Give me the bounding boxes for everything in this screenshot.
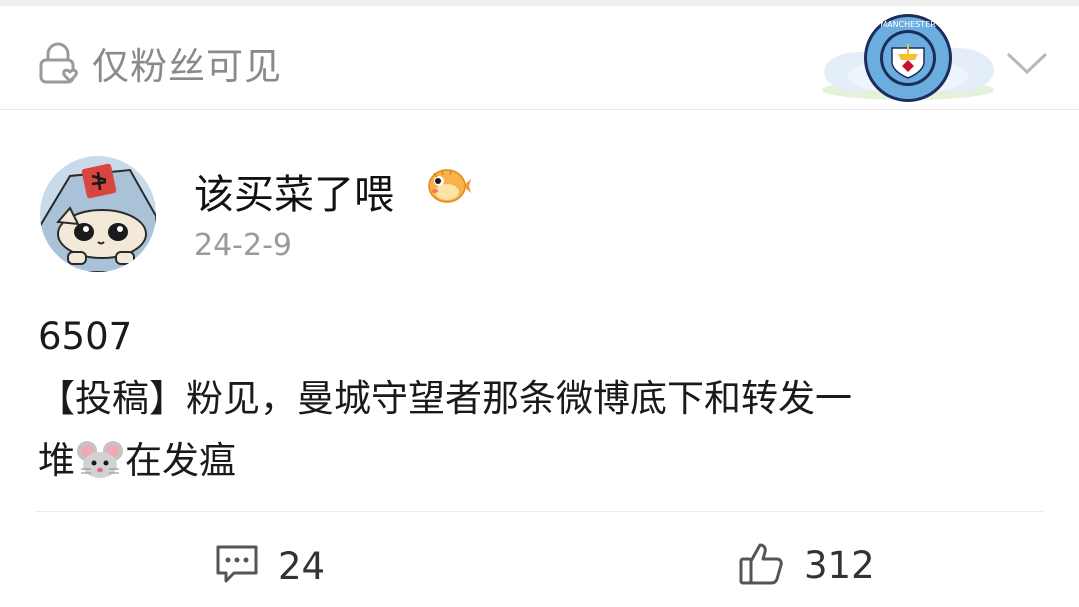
like-button[interactable]: 312 xyxy=(738,538,875,592)
post-body-line: 6507 xyxy=(38,315,133,358)
author-name[interactable]: 该买菜了喂 xyxy=(194,162,394,220)
comment-count: 24 xyxy=(278,544,326,588)
post-body-line: 堆 在发瘟 xyxy=(38,430,1048,492)
chevron-down-icon[interactable] xyxy=(1004,48,1050,76)
visibility-bar: 仅粉丝可见 MANCHESTER xyxy=(0,6,1079,110)
pufferfish-emoji-icon xyxy=(426,164,472,208)
thumbs-up-icon xyxy=(738,539,786,591)
avatar[interactable] xyxy=(40,156,156,272)
mouse-emoji-icon xyxy=(75,436,125,478)
post-date: 24-2-9 xyxy=(194,228,292,263)
post-body-text: 在发瘟 xyxy=(125,439,236,482)
like-count: 312 xyxy=(804,543,875,587)
comment-button[interactable]: 24 xyxy=(214,540,325,592)
post-body: 6507 【投稿】粉见，曼城守望者那条微博底下和转发一 堆 在发瘟 xyxy=(38,306,1048,492)
comment-icon xyxy=(214,543,260,589)
actions-divider xyxy=(36,511,1043,512)
club-badge-icon[interactable]: MANCHESTER xyxy=(818,10,998,108)
lock-heart-icon xyxy=(38,42,84,86)
post-body-text: 堆 xyxy=(38,439,75,482)
post-body-line: 【投稿】粉见，曼城守望者那条微博底下和转发一 xyxy=(38,377,852,420)
visibility-label: 仅粉丝可见 xyxy=(92,45,282,88)
svg-text:MANCHESTER: MANCHESTER xyxy=(880,20,936,29)
